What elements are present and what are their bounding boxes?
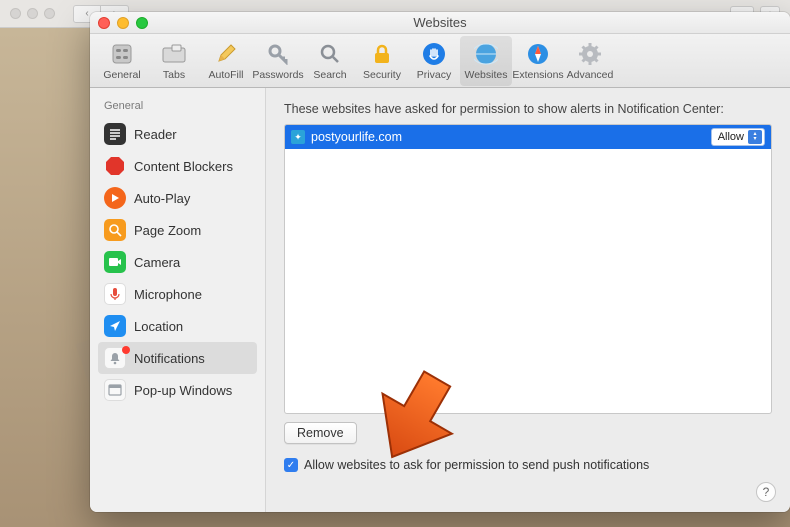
main-pane: These websites have asked for permission… — [266, 88, 790, 512]
toolbar-label: Websites — [465, 69, 508, 81]
minimize-icon[interactable] — [117, 17, 129, 29]
toolbar-autofill[interactable]: AutoFill — [200, 36, 252, 86]
preferences-toolbar: General Tabs AutoFill Passwords Search S… — [90, 34, 790, 88]
traffic-light-placeholder — [44, 8, 55, 19]
pencil-icon — [213, 41, 239, 67]
sidebar-item-label: Auto-Play — [134, 191, 190, 206]
checkbox-label: Allow websites to ask for permission to … — [304, 458, 649, 472]
allow-ask-checkbox-row[interactable]: ✓ Allow websites to ask for permission t… — [284, 458, 772, 472]
window-title: Websites — [90, 15, 790, 30]
help-button[interactable]: ? — [756, 482, 776, 502]
toolbar-extensions[interactable]: Extensions — [512, 36, 564, 86]
sidebar-item-notifications[interactable]: Notifications — [98, 342, 257, 374]
camera-icon — [104, 251, 126, 273]
tabs-icon — [161, 41, 187, 67]
stop-icon — [104, 155, 126, 177]
globe-icon — [473, 41, 499, 67]
reader-icon — [104, 123, 126, 145]
sidebar: General Reader Content Blockers Auto-Pla… — [90, 88, 266, 512]
sidebar-item-location[interactable]: Location — [98, 310, 257, 342]
maximize-icon[interactable] — [136, 17, 148, 29]
toolbar-label: Search — [313, 69, 346, 81]
toolbar-general[interactable]: General — [96, 36, 148, 86]
website-domain: postyourlife.com — [311, 130, 705, 144]
sidebar-item-label: Pop-up Windows — [134, 383, 232, 398]
sidebar-item-label: Camera — [134, 255, 180, 270]
toolbar-passwords[interactable]: Passwords — [252, 36, 304, 86]
favicon-icon: ✦ — [291, 130, 305, 144]
pane-description: These websites have asked for permission… — [284, 102, 772, 116]
sidebar-item-microphone[interactable]: Microphone — [98, 278, 257, 310]
sidebar-item-content-blockers[interactable]: Content Blockers — [98, 150, 257, 182]
sidebar-item-label: Microphone — [134, 287, 202, 302]
toolbar-search[interactable]: Search — [304, 36, 356, 86]
sidebar-item-label: Content Blockers — [134, 159, 233, 174]
toolbar-label: Passwords — [252, 69, 303, 81]
toolbar-privacy[interactable]: Privacy — [408, 36, 460, 86]
toolbar-label: Security — [363, 69, 401, 81]
lock-icon — [369, 41, 395, 67]
permission-value: Allow — [718, 131, 744, 143]
sidebar-header: General — [98, 96, 257, 118]
zoom-icon — [104, 219, 126, 241]
hand-icon — [421, 41, 447, 67]
sidebar-item-label: Page Zoom — [134, 223, 201, 238]
toolbar-advanced[interactable]: Advanced — [564, 36, 616, 86]
toolbar-label: Tabs — [163, 69, 185, 81]
sidebar-item-label: Notifications — [134, 351, 205, 366]
checkbox-checked-icon[interactable]: ✓ — [284, 458, 298, 472]
switches-icon — [109, 41, 135, 67]
sidebar-item-label: Location — [134, 319, 183, 334]
toolbar-label: Extensions — [512, 69, 563, 81]
toolbar-label: General — [103, 69, 140, 81]
traffic-light-placeholder — [10, 8, 21, 19]
website-row[interactable]: ✦ postyourlife.com Allow ▴▾ — [285, 125, 771, 149]
sidebar-item-label: Reader — [134, 127, 177, 142]
close-icon[interactable] — [98, 17, 110, 29]
badge-dot — [122, 346, 130, 354]
chevron-updown-icon: ▴▾ — [748, 130, 762, 144]
gear-icon — [577, 41, 603, 67]
permission-select[interactable]: Allow ▴▾ — [711, 128, 765, 146]
search-icon — [317, 41, 343, 67]
play-icon — [104, 187, 126, 209]
key-icon — [265, 41, 291, 67]
preferences-window: Websites General Tabs AutoFill Passwords… — [90, 12, 790, 512]
microphone-icon — [104, 283, 126, 305]
toolbar-websites[interactable]: Websites — [460, 36, 512, 86]
toolbar-security[interactable]: Security — [356, 36, 408, 86]
websites-list[interactable]: ✦ postyourlife.com Allow ▴▾ — [284, 124, 772, 414]
toolbar-label: Advanced — [567, 69, 614, 81]
sidebar-item-camera[interactable]: Camera — [98, 246, 257, 278]
sidebar-item-page-zoom[interactable]: Page Zoom — [98, 214, 257, 246]
sidebar-item-popup-windows[interactable]: Pop-up Windows — [98, 374, 257, 406]
remove-button[interactable]: Remove — [284, 422, 357, 444]
sidebar-item-reader[interactable]: Reader — [98, 118, 257, 150]
traffic-light-placeholder — [27, 8, 38, 19]
compass-icon — [525, 41, 551, 67]
location-icon — [104, 315, 126, 337]
toolbar-tabs[interactable]: Tabs — [148, 36, 200, 86]
toolbar-label: AutoFill — [208, 69, 243, 81]
window-titlebar: Websites — [90, 12, 790, 34]
window-icon — [104, 379, 126, 401]
sidebar-item-auto-play[interactable]: Auto-Play — [98, 182, 257, 214]
toolbar-label: Privacy — [417, 69, 451, 81]
content-area: General Reader Content Blockers Auto-Pla… — [90, 88, 790, 512]
